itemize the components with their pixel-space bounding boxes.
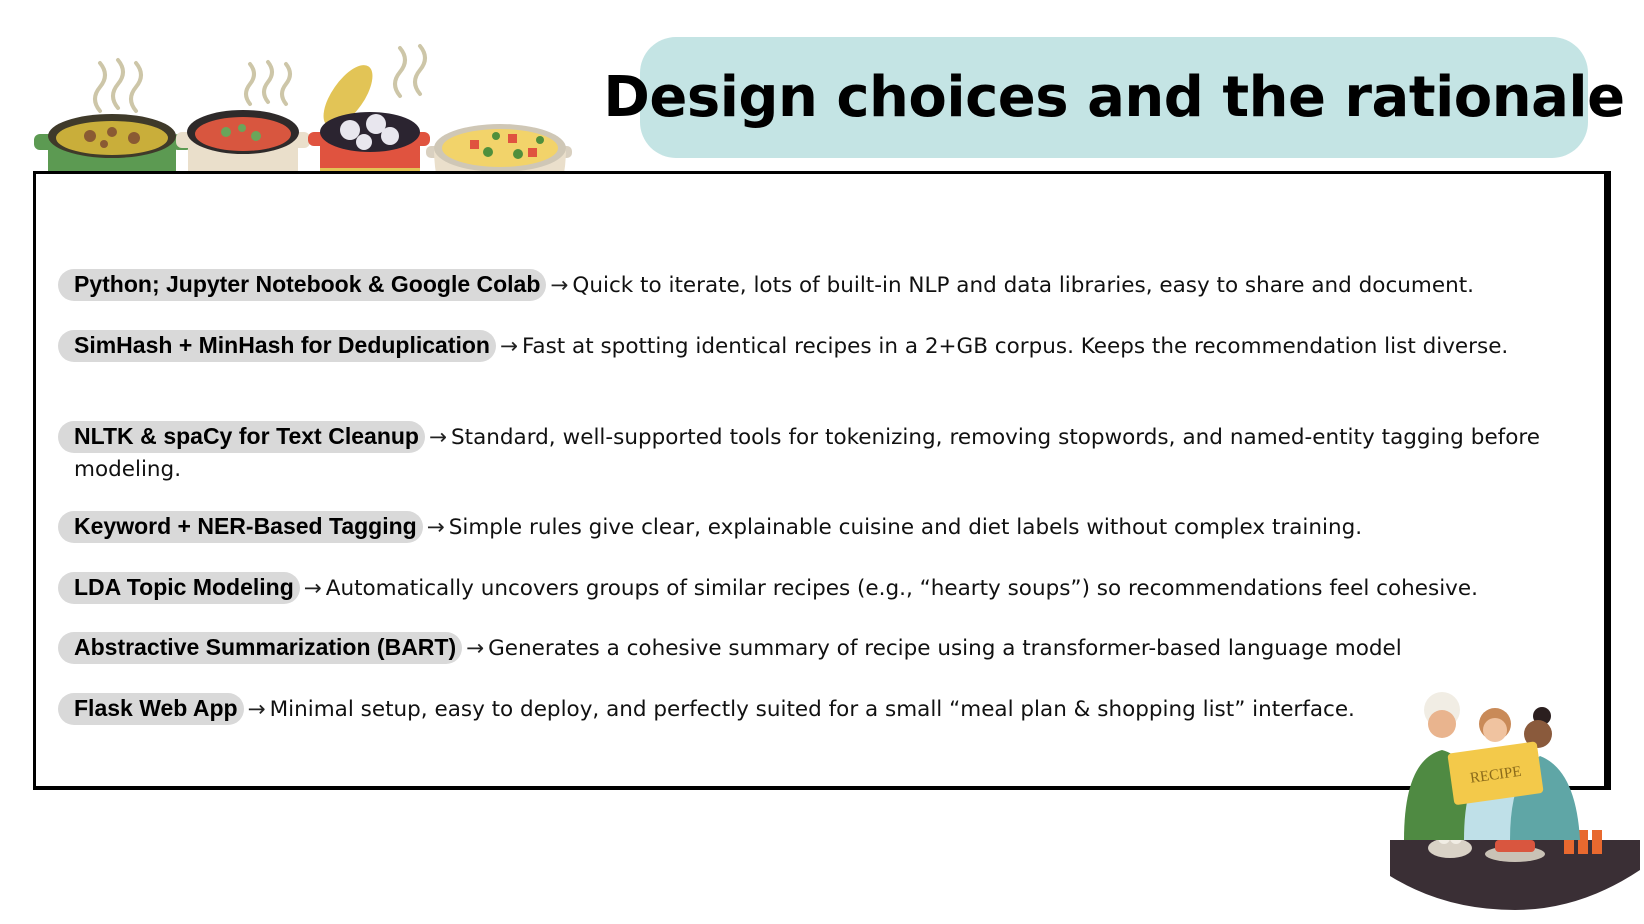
item-rationale: Generates a cohesive summary of recipe u… — [488, 636, 1402, 661]
page-title: Design choices and the rationale — [603, 65, 1625, 130]
arrow-icon: → — [303, 576, 322, 601]
list-item: Python; Jupyter Notebook & Google Colab →… — [58, 268, 1540, 302]
item-tag: Abstractive Summarization (BART) — [58, 632, 463, 664]
arrow-icon: → — [428, 425, 447, 450]
item-rationale: Minimal setup, easy to deploy, and perfe… — [269, 697, 1355, 722]
arrow-icon: → — [550, 273, 569, 298]
arrow-icon: → — [499, 334, 518, 359]
item-rationale: Quick to iterate, lots of built-in NLP a… — [572, 273, 1474, 298]
item-rationale: Simple rules give clear, explainable cui… — [448, 515, 1363, 540]
item-tag: LDA Topic Modeling — [58, 572, 300, 604]
list-item: NLTK & spaCy for Text Cleanup → Standard, … — [58, 420, 1540, 486]
item-rationale: Automatically uncovers groups of similar… — [325, 576, 1478, 601]
item-tag: Keyword + NER-Based Tagging — [58, 511, 423, 543]
list-item: Flask Web App → Minimal setup, easy to dep… — [58, 692, 1540, 726]
list-item: LDA Topic Modeling → Automatically uncover… — [58, 571, 1540, 605]
item-rationale: Fast at spotting identical recipes in a … — [522, 334, 1509, 359]
item-tag: Flask Web App — [58, 693, 244, 725]
arrow-icon: → — [426, 515, 445, 540]
item-tag: NLTK & spaCy for Text Cleanup — [58, 421, 425, 453]
item-tag: Python; Jupyter Notebook & Google Colab — [58, 269, 547, 301]
steam-icon — [93, 44, 427, 113]
cooks-reading-recipe-illustration: RECIPE — [1390, 692, 1640, 910]
arrow-icon: → — [247, 697, 266, 722]
list-item: SimHash + MinHash for Deduplication → Fast… — [58, 329, 1540, 363]
title-banner: Design choices and the rationale — [603, 37, 1625, 158]
list-item: Keyword + NER-Based Tagging → Simple rules… — [58, 510, 1540, 544]
item-tag: SimHash + MinHash for Deduplication — [58, 330, 496, 362]
arrow-icon: → — [466, 636, 485, 661]
list-item: Abstractive Summarization (BART) → Generat… — [58, 631, 1540, 665]
